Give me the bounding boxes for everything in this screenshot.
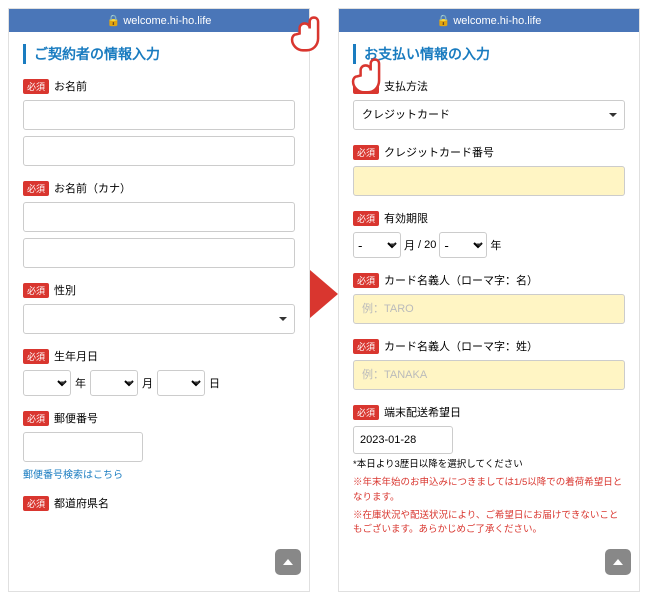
section-title-right: お支払い情報の入力 — [353, 44, 625, 64]
required-badge: 必須 — [353, 211, 379, 226]
method-label: 支払方法 — [384, 78, 428, 94]
section-title-left: ご契約者の情報入力 — [23, 44, 295, 64]
name-mei-input[interactable] — [23, 136, 295, 166]
note3: ※在庫状況や配送状況により、ご希望日にお届けできないこともございます。あらかじめ… — [353, 509, 625, 538]
cc-label: クレジットカード番号 — [384, 144, 494, 160]
pointing-hand-icon — [348, 52, 390, 99]
name-label: お名前 — [54, 78, 87, 94]
url-text: welcome.hi-ho.life — [453, 15, 541, 27]
required-badge: 必須 — [23, 181, 49, 196]
postal-search-link[interactable]: 郵便番号検索はこちら — [23, 466, 295, 481]
url-bar: 🔒welcome.hi-ho.life — [9, 9, 309, 32]
exp-label: 有効期限 — [384, 210, 428, 226]
pref-label: 都道府県名 — [54, 495, 109, 511]
exp-year[interactable]: - — [439, 232, 487, 258]
note2: ※年末年始のお申込みにつきましては1/5以降での着荷希望日となります。 — [353, 476, 625, 505]
pointing-hand-icon — [287, 10, 329, 57]
postal-label: 郵便番号 — [54, 410, 98, 426]
required-badge: 必須 — [353, 405, 379, 420]
gender-select[interactable] — [23, 304, 295, 334]
url-bar: 🔒welcome.hi-ho.life — [339, 9, 639, 32]
note1: *本日より3歴日以降を選択してください — [353, 458, 625, 472]
holder-last-label: カード名義人（ローマ字：姓） — [384, 338, 538, 354]
required-badge: 必須 — [23, 496, 49, 511]
dob-year[interactable] — [23, 370, 71, 396]
url-text: welcome.hi-ho.life — [123, 15, 211, 27]
required-badge: 必須 — [23, 349, 49, 364]
kana-sei-input[interactable] — [23, 202, 295, 232]
exp-month[interactable]: - — [353, 232, 401, 258]
required-badge: 必須 — [353, 273, 379, 288]
ship-label: 端末配送希望日 — [384, 404, 461, 420]
lock-icon: 🔒 — [107, 14, 121, 27]
required-badge: 必須 — [23, 283, 49, 298]
cc-input[interactable] — [353, 166, 625, 196]
lock-icon: 🔒 — [437, 14, 451, 27]
kana-label: お名前（カナ） — [54, 180, 131, 196]
holder-first-label: カード名義人（ローマ字：名） — [384, 272, 538, 288]
ship-date-input[interactable] — [353, 426, 453, 454]
arrow-icon — [310, 270, 338, 318]
scroll-top-button[interactable] — [605, 549, 631, 575]
method-select[interactable]: クレジットカード — [353, 100, 625, 130]
required-badge: 必須 — [23, 79, 49, 94]
gender-label: 性別 — [54, 282, 76, 298]
scroll-top-button[interactable] — [275, 549, 301, 575]
required-badge: 必須 — [353, 339, 379, 354]
dob-day[interactable] — [157, 370, 205, 396]
holder-first-input[interactable] — [353, 294, 625, 324]
name-sei-input[interactable] — [23, 100, 295, 130]
postal-input[interactable] — [23, 432, 143, 462]
required-badge: 必須 — [23, 411, 49, 426]
kana-mei-input[interactable] — [23, 238, 295, 268]
holder-last-input[interactable] — [353, 360, 625, 390]
required-badge: 必須 — [353, 145, 379, 160]
dob-month[interactable] — [90, 370, 138, 396]
dob-label: 生年月日 — [54, 348, 98, 364]
left-panel: 🔒welcome.hi-ho.life ご契約者の情報入力 必須お名前 必須お名… — [8, 8, 310, 592]
